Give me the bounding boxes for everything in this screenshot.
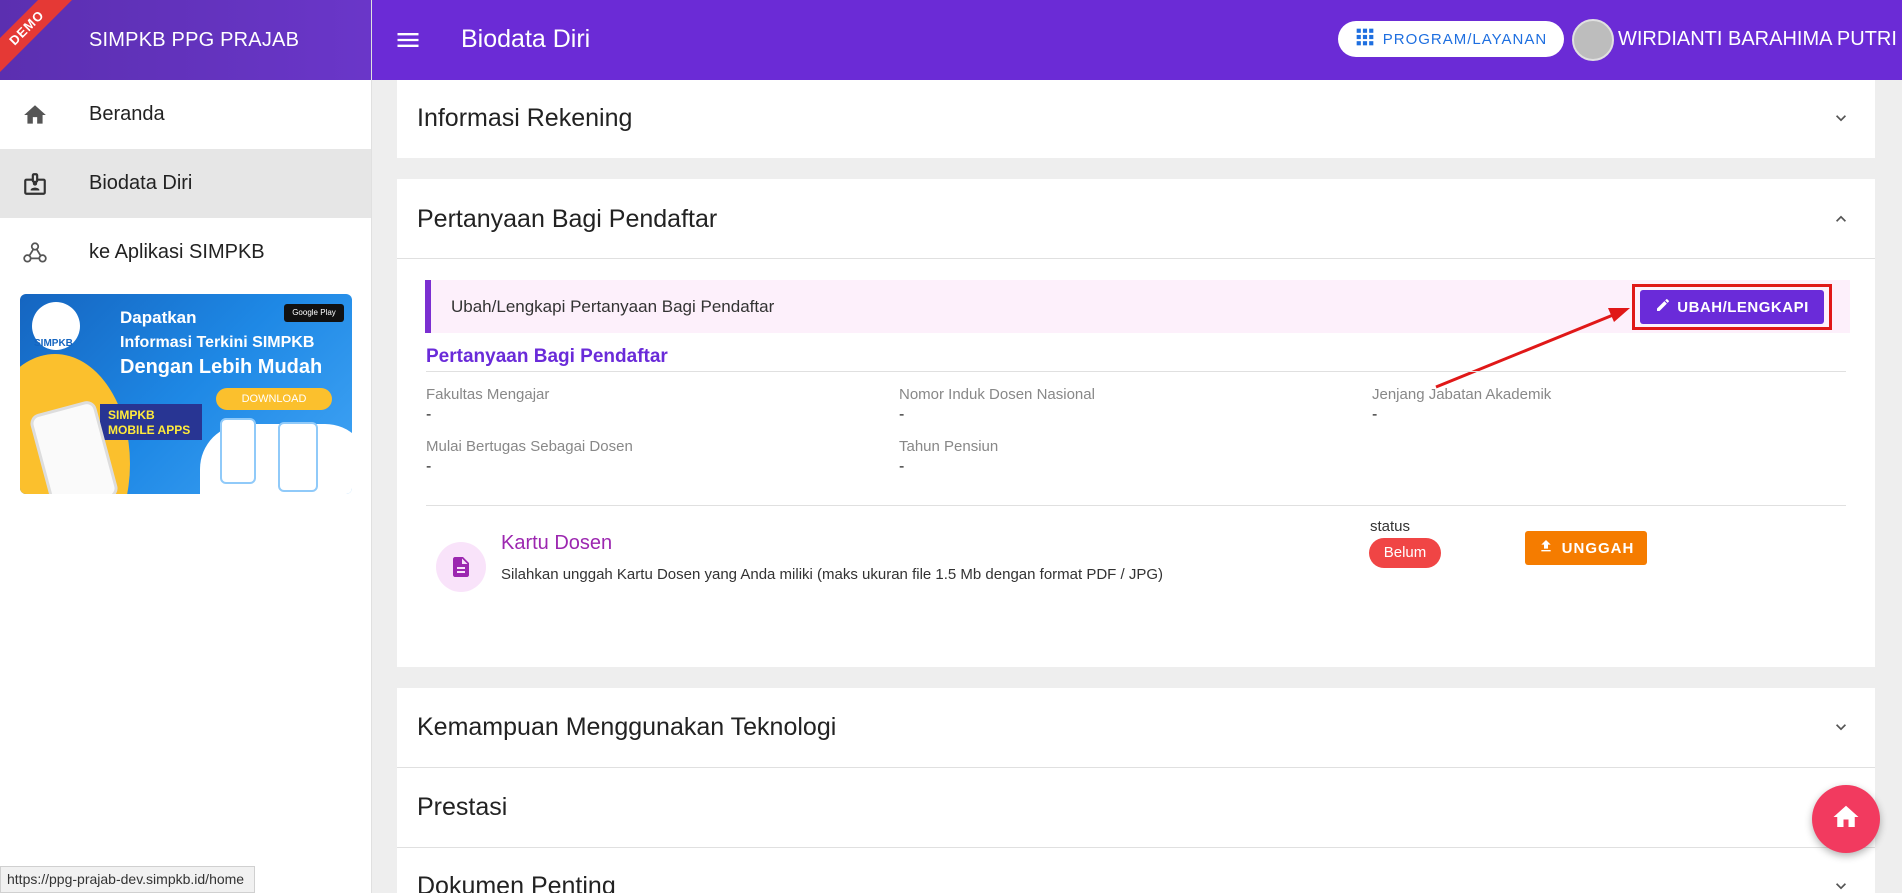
pencil-icon (1655, 297, 1671, 317)
user-name[interactable]: WIRDIANTI BARAHIMA PUTRI (1618, 28, 1897, 51)
sidebar: DEMO SIMPKB PPG PRAJAB Beranda Biodata D… (0, 0, 372, 893)
home-fab-button[interactable] (1812, 785, 1880, 853)
sidebar-item-beranda[interactable]: Beranda (0, 80, 371, 149)
field-value-mulai-bertugas: - (426, 458, 432, 475)
top-app-bar: Biodata Diri PROGRAM/LAYANAN WIRDIANTI B… (372, 0, 1902, 80)
program-layanan-label: PROGRAM/LAYANAN (1382, 30, 1548, 48)
field-value-fakultas: - (426, 406, 432, 423)
panel-kemampuan-teknologi[interactable]: Kemampuan Menggunakan Teknologi (397, 688, 1875, 767)
promo-mobile-apps-label: SIMPKB MOBILE APPS (100, 404, 202, 440)
avatar[interactable] (1572, 19, 1614, 61)
webhook-icon (20, 238, 50, 268)
sidebar-item-label: ke Aplikasi SIMPKB (89, 241, 265, 263)
demo-ribbon: DEMO (0, 0, 82, 80)
sidebar-item-label: Beranda (89, 103, 165, 125)
ubah-lengkapi-button[interactable]: UBAH/LENGKAPI (1640, 290, 1824, 324)
upload-icon (1538, 538, 1554, 558)
sidebar-item-label: Biodata Diri (89, 172, 193, 194)
menu-icon[interactable] (394, 26, 422, 54)
mobile-app-promo-banner[interactable]: SIMPKB Dapatkan Informasi Terkini SIMPKB… (20, 294, 352, 494)
promo-apps-line1: SIMPKB (108, 408, 155, 422)
status-badge: Belum (1369, 538, 1441, 568)
field-label-fakultas: Fakultas Mengajar (426, 386, 550, 403)
chevron-down-icon[interactable] (1831, 876, 1851, 893)
program-layanan-button[interactable]: PROGRAM/LAYANAN (1338, 21, 1564, 57)
google-play-badge: Google Play (284, 304, 344, 322)
sidebar-item-biodata-diri[interactable]: Biodata Diri (0, 149, 371, 218)
panel-informasi-rekening[interactable]: Informasi Rekening (397, 80, 1875, 158)
field-label-nidn: Nomor Induk Dosen Nasional (899, 386, 1095, 403)
browser-status-url: https://ppg-prajab-dev.simpkb.id/home (0, 866, 256, 893)
chevron-up-icon[interactable] (1831, 209, 1851, 229)
field-value-nidn: - (899, 406, 905, 423)
unggah-label: UNGGAH (1561, 539, 1635, 557)
document-icon (436, 542, 486, 592)
promo-download-button: DOWNLOAD (216, 388, 332, 410)
page-title: Biodata Diri (461, 25, 591, 53)
unggah-button[interactable]: UNGGAH (1525, 531, 1647, 565)
field-label-tahun-pensiun: Tahun Pensiun (899, 438, 999, 455)
section-subtitle: Pertanyaan Bagi Pendaftar (426, 346, 668, 367)
divider (426, 505, 1846, 506)
promo-line2: Dengan Lebih Mudah (120, 356, 323, 378)
panel-title: Pertanyaan Bagi Pendaftar (417, 205, 718, 233)
brand-title[interactable]: SIMPKB PPG PRAJAB (89, 29, 299, 52)
divider (426, 371, 1846, 372)
panel-dokumen-penting[interactable]: Dokumen Penting (397, 848, 1875, 893)
status-label: status (1370, 518, 1411, 535)
document-description: Silahkan unggah Kartu Dosen yang Anda mi… (501, 566, 1163, 583)
field-value-tahun-pensiun: - (899, 458, 905, 475)
home-icon (20, 100, 50, 130)
panel-title: Dokumen Penting (417, 872, 616, 893)
chevron-down-icon[interactable] (1831, 717, 1851, 737)
chevron-down-icon[interactable] (1831, 108, 1851, 128)
notice-text: Ubah/Lengkapi Pertanyaan Bagi Pendaftar (451, 297, 775, 316)
field-value-jabatan: - (1372, 406, 1378, 423)
badge-icon (20, 169, 50, 199)
sidebar-item-aplikasi-simpkb[interactable]: ke Aplikasi SIMPKB (0, 218, 371, 287)
promo-line1: Informasi Terkini SIMPKB (120, 334, 315, 351)
home-icon (1831, 802, 1861, 837)
panel-title: Informasi Rekening (417, 104, 633, 132)
promo-phone-image (220, 418, 256, 484)
field-label-jabatan: Jenjang Jabatan Akademik (1372, 386, 1552, 403)
panel-pertanyaan-bagi-pendaftar: Pertanyaan Bagi Pendaftar (397, 179, 1875, 667)
promo-phone-image (278, 422, 318, 492)
promo-apps-line2: MOBILE APPS (108, 423, 191, 437)
panel-prestasi[interactable]: Prestasi (397, 768, 1875, 847)
brand-header: DEMO SIMPKB PPG PRAJAB (0, 0, 371, 80)
ubah-lengkapi-label: UBAH/LENGKAPI (1677, 298, 1809, 316)
apps-grid-icon (1355, 27, 1375, 51)
promo-headline: Dapatkan (120, 308, 197, 327)
document-title: Kartu Dosen (501, 532, 613, 554)
panel-title: Kemampuan Menggunakan Teknologi (417, 713, 837, 741)
panel-title: Prestasi (417, 793, 508, 821)
promo-logo-text: SIMPKB (34, 338, 73, 349)
divider (397, 258, 1875, 259)
field-label-mulai-bertugas: Mulai Bertugas Sebagai Dosen (426, 438, 633, 455)
